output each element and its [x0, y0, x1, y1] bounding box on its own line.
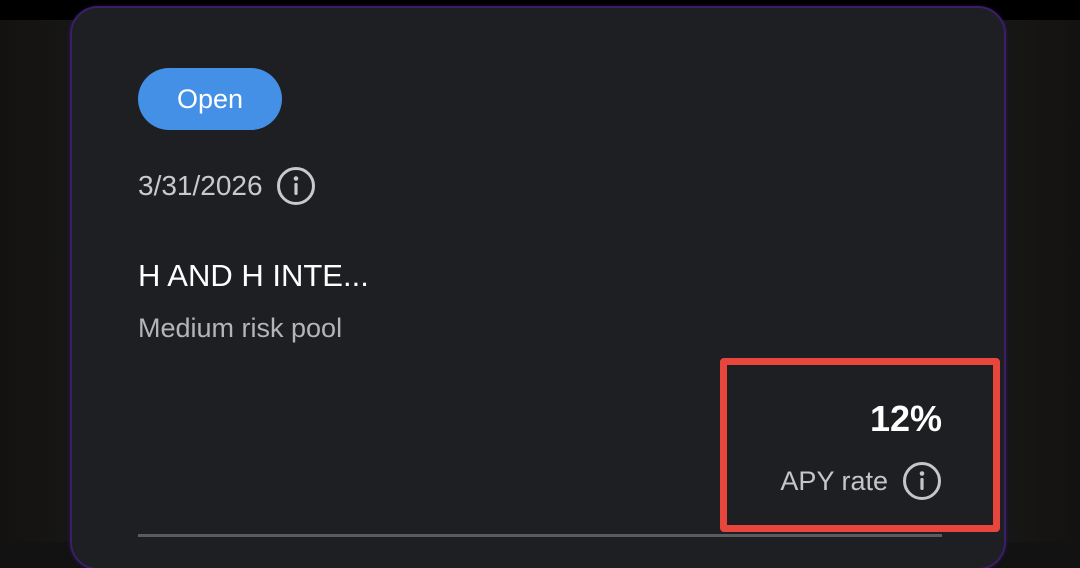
info-icon[interactable] — [276, 166, 316, 206]
pool-risk-label: Medium risk pool — [138, 313, 343, 343]
pool-date: 3/31/2026 — [138, 170, 263, 201]
status-badge: Open — [138, 68, 282, 130]
pool-name: H AND H INTE... — [138, 258, 369, 293]
pool-date-row: 3/31/2026 — [138, 164, 316, 208]
card-divider — [138, 534, 942, 537]
apy-highlight-box — [720, 358, 1000, 532]
